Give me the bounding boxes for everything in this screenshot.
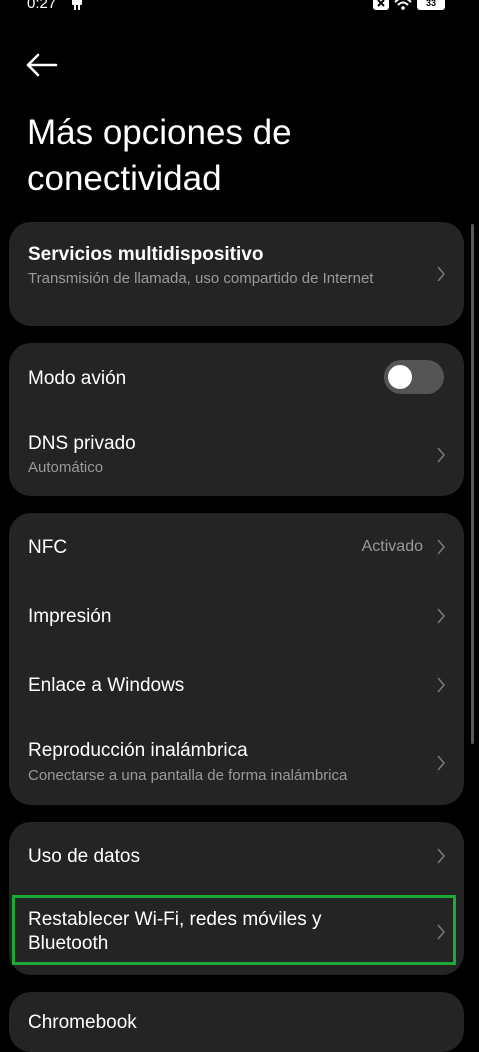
toggle-knob — [388, 365, 412, 389]
card-data-reset: Uso de datos Restablecer Wi-Fi, redes mó… — [9, 822, 464, 975]
multidevice-services-row[interactable]: Servicios multidispositivo Transmisión d… — [9, 222, 464, 326]
data-usage-title: Uso de datos — [28, 846, 140, 867]
multidevice-title: Servicios multidispositivo — [28, 244, 264, 265]
private-dns-subtitle: Automático — [28, 459, 104, 476]
chevron-right-icon — [437, 608, 446, 624]
chromebook-row[interactable]: Chromebook — [9, 992, 464, 1052]
status-time: 0:27 — [27, 0, 57, 12]
multidevice-subtitle: Transmisión de llamada, uso compartido d… — [28, 270, 374, 287]
private-dns-title: DNS privado — [28, 433, 136, 454]
nfc-title: NFC — [28, 537, 68, 558]
data-usage-row[interactable]: Uso de datos — [9, 822, 464, 892]
windows-link-row[interactable]: Enlace a Windows — [9, 652, 464, 721]
airplane-mode-row[interactable]: Modo avión — [9, 343, 464, 413]
nfc-status: Activado — [361, 538, 423, 555]
back-arrow-icon[interactable] — [22, 48, 62, 82]
card-connections: NFC Activado Impresión Enlace a Windows … — [9, 513, 464, 805]
wifi-icon — [394, 0, 412, 10]
battery-level: 33 — [425, 0, 436, 8]
page-title: Más opciones de conectividad — [27, 113, 292, 198]
chevron-right-icon — [437, 539, 446, 555]
wireless-display-subtitle: Conectarse a una pantalla de forma inalá… — [28, 767, 348, 784]
windows-link-title: Enlace a Windows — [28, 675, 185, 696]
notification-icon — [72, 0, 82, 10]
chevron-right-icon — [437, 755, 446, 771]
wireless-display-row[interactable]: Reproducción inalámbrica Conectarse a un… — [9, 721, 464, 805]
chevron-right-icon — [437, 848, 446, 864]
chromebook-title: Chromebook — [28, 1012, 137, 1033]
chevron-right-icon — [437, 266, 446, 282]
status-icons: 33 — [373, 0, 445, 10]
chevron-right-icon — [437, 924, 446, 940]
battery-icon: 33 — [417, 0, 445, 10]
reset-network-row[interactable]: Restablecer Wi-Fi, redes móviles y Bluet… — [9, 895, 464, 965]
close-notification-icon — [373, 0, 389, 10]
chevron-right-icon — [437, 677, 446, 693]
airplane-mode-title: Modo avión — [28, 368, 127, 389]
chevron-right-icon — [437, 447, 446, 463]
private-dns-row[interactable]: DNS privado Automático — [9, 413, 464, 496]
airplane-mode-toggle[interactable] — [384, 360, 444, 394]
reset-network-title: Restablecer Wi-Fi, redes móviles y Bluet… — [28, 909, 322, 954]
card-multidevice: Servicios multidispositivo Transmisión d… — [9, 222, 464, 326]
wireless-display-title: Reproducción inalámbrica — [28, 740, 248, 761]
nfc-row[interactable]: NFC Activado — [9, 513, 464, 583]
card-airplane-dns: Modo avión DNS privado Automático — [9, 343, 464, 496]
scrollbar[interactable] — [471, 224, 474, 744]
printing-title: Impresión — [28, 606, 112, 627]
card-chromebook: Chromebook — [9, 992, 464, 1052]
printing-row[interactable]: Impresión — [9, 583, 464, 652]
status-bar: 0:27 33 — [0, 0, 479, 16]
